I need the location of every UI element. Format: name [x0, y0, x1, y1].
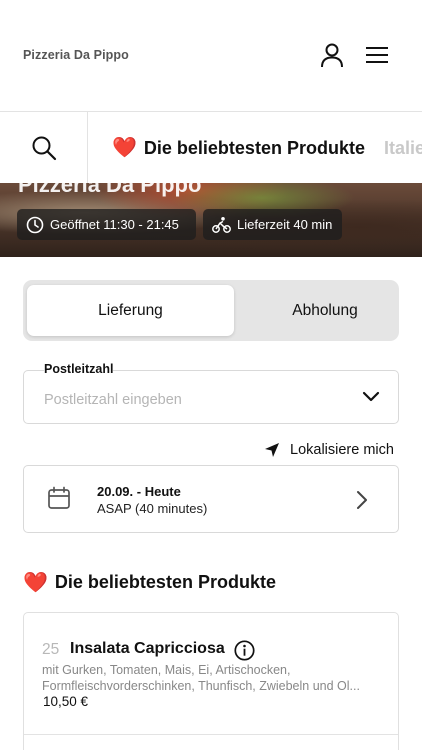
info-icon[interactable]: [234, 640, 255, 661]
search-icon: [32, 136, 56, 160]
product-name: Insalata Capricciosa: [70, 640, 225, 657]
category-search-button[interactable]: [0, 112, 88, 183]
delivery-time-selector[interactable]: 20.09. - Heute ASAP (40 minutes): [23, 465, 399, 533]
category-tab-label: Die beliebtesten Produkte: [143, 137, 365, 158]
chevron-down-icon: [362, 391, 380, 402]
postal-code-select[interactable]: Postleitzahl Postleitzahl eingeben: [23, 362, 399, 424]
delivery-time-value: ASAP (40 minutes): [97, 501, 208, 516]
opening-hours-text: Geöffnet 11:30 - 21:45: [50, 217, 179, 232]
menu-button[interactable]: [362, 40, 392, 70]
product-number: 25: [42, 641, 60, 658]
locate-me-button[interactable]: Lokalisiere mich: [264, 440, 394, 460]
clock-icon: [26, 216, 44, 233]
section-title: Die beliebtesten Produkte: [54, 572, 276, 592]
locate-me-label: Lokalisiere mich: [290, 442, 394, 458]
heart-icon: ❤️: [23, 571, 48, 594]
product-description: mit Gurken, Tomaten, Mais, Ei, Artischoc…: [42, 663, 384, 694]
hamburger-menu-icon: [366, 47, 388, 63]
category-bar: ❤️ Die beliebtesten Produkte Italie: [0, 112, 422, 183]
bicycle-courier-icon: [212, 216, 231, 233]
divider: [24, 734, 398, 735]
section-heading-favorites: ❤️ Die beliebtesten Produkte: [23, 572, 276, 593]
location-arrow-icon: [265, 443, 279, 457]
user-icon: [321, 43, 343, 68]
delivery-time-badge: Lieferzeit 40 min: [203, 209, 342, 240]
app-header: Pizzeria Da Pippo: [0, 0, 422, 112]
heart-icon: ❤️: [112, 137, 137, 159]
product-description-line: Formfleischvorderschinken, Thunfisch, Zw…: [42, 678, 360, 693]
postal-code-placeholder: Postleitzahl eingeben: [44, 392, 182, 408]
category-tab-favorites[interactable]: ❤️ Die beliebtesten Produkte: [112, 134, 365, 162]
order-type-toggle: Lieferung Abholung: [23, 280, 399, 341]
pickup-option[interactable]: Abholung: [237, 285, 413, 336]
calendar-icon: [48, 486, 70, 509]
chevron-right-icon: [357, 491, 367, 509]
delivery-option[interactable]: Lieferung: [27, 285, 234, 336]
product-price: 10,50 €: [43, 694, 89, 709]
product-card[interactable]: 25 Insalata Capricciosa mit Gurken, Toma…: [23, 612, 399, 750]
account-button[interactable]: [317, 40, 347, 70]
hero-banner: Pizzeria Da Pippo Geöffnet 11:30 - 21:45…: [0, 183, 422, 257]
opening-hours-badge: Geöffnet 11:30 - 21:45: [17, 209, 196, 240]
delivery-date: 20.09. - Heute: [97, 484, 181, 499]
delivery-time-text: Lieferzeit 40 min: [237, 217, 333, 232]
hero-title: Pizzeria Da Pippo: [18, 183, 202, 197]
product-description-line: mit Gurken, Tomaten, Mais, Ei, Artischoc…: [42, 663, 291, 677]
postal-code-label: Postleitzahl: [44, 362, 114, 376]
category-tab-italian[interactable]: Italie: [384, 134, 422, 162]
brand-name[interactable]: Pizzeria Da Pippo: [23, 48, 129, 62]
